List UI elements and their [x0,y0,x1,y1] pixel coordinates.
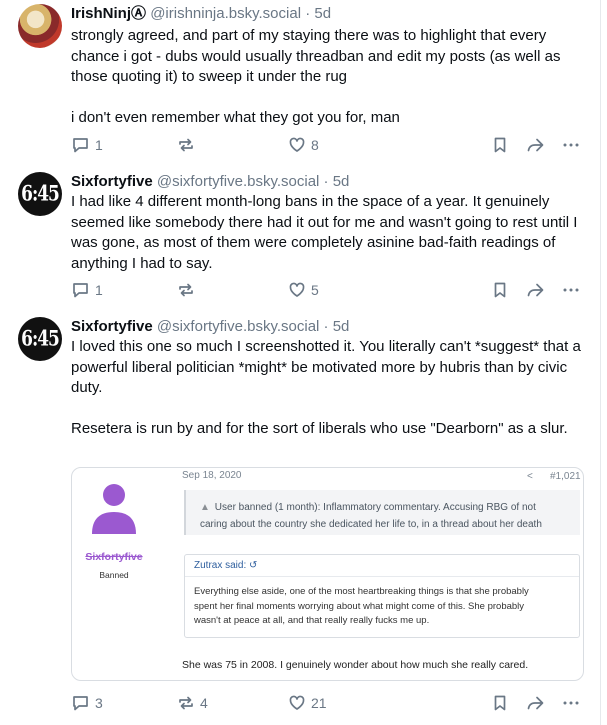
post-actions: 1 8 [71,135,581,155]
post-header: IrishNinjⒶ @irishninja.bsky.social · 5d [71,4,331,24]
quote-block: Zutrax said: ↺ Everything else aside, on… [184,554,580,638]
repost-icon [179,283,193,297]
share-button[interactable] [526,135,545,155]
reply-button[interactable]: 3 [71,693,103,713]
more-button[interactable] [562,280,580,300]
post-header: Sixfortyfive @sixfortyfive.bsky.social ·… [71,172,349,192]
repost-icon [179,696,193,710]
more-button[interactable] [562,135,580,155]
reply-icon [73,283,88,298]
post-text: strongly agreed, and part of my staying … [71,26,581,129]
author-handle[interactable]: @sixfortyfive.bsky.social [157,173,320,190]
post-header: Sixfortyfive @sixfortyfive.bsky.social ·… [71,317,349,337]
post-age[interactable]: 5d [333,173,350,190]
share-button[interactable] [526,693,545,713]
bookmark-icon [494,137,506,153]
share-icon [527,696,544,710]
repost-button[interactable] [177,280,200,300]
avatar[interactable] [18,4,62,48]
repost-button[interactable] [177,135,200,155]
quote-author: Zutrax said: [194,560,247,571]
forum-share-icon: < [527,471,533,482]
repost-button[interactable]: 4 [177,693,208,713]
more-icon [563,701,579,705]
post-actions: 3 4 21 [71,693,581,713]
separator-dot: · [305,5,311,22]
like-button[interactable]: 5 [288,280,319,300]
post-paragraph: I loved this one so much I screenshotted… [71,338,581,396]
more-icon [563,288,579,292]
bookmark-button[interactable] [492,135,508,155]
quote-line: Everything else aside, one of the most h… [194,586,529,597]
warning-icon: ▲ [200,502,210,513]
reply-icon [73,138,88,153]
quote-body: Everything else aside, one of the most h… [194,585,574,629]
forum-post-date: Sep 18, 2020 [182,470,242,481]
post-paragraph: strongly agreed, and part of my staying … [71,27,561,85]
bookmark-button[interactable] [492,280,508,300]
like-icon [289,695,305,710]
reply-count: 1 [95,137,103,153]
more-button[interactable] [562,693,580,713]
like-icon [289,282,305,297]
repost-icon [179,138,193,152]
bookmark-button[interactable] [492,693,508,713]
post-paragraph: I had like 4 different month-long bans i… [71,193,578,272]
post-paragraph: Resetera is run by and for the sort of l… [71,420,568,437]
like-button[interactable]: 21 [288,693,327,713]
post-age[interactable]: 5d [314,5,331,22]
like-button[interactable]: 8 [288,135,319,155]
like-count: 21 [311,695,327,711]
reply-icon [73,696,88,711]
bookmark-icon [494,282,506,298]
like-icon [289,137,305,152]
post-1[interactable]: IrishNinjⒶ @irishninja.bsky.social · 5d … [0,0,607,160]
share-icon [527,283,544,297]
post-age[interactable]: 5d [333,318,350,335]
post-actions: 1 5 [71,280,581,300]
separator-dot: · [323,318,329,335]
author-name[interactable]: IrishNinjⒶ [71,5,146,22]
avatar-text: 6:45 [21,181,60,207]
user-avatar-icon [92,484,136,534]
post-text: I loved this one so much I screenshotted… [71,337,581,440]
ban-reason-line: User banned (1 month): Inflammatory comm… [214,502,536,513]
like-count: 8 [311,137,319,153]
avatar[interactable]: 6:45 [18,317,62,361]
separator-dot: · [323,173,329,190]
forum-reply-text: She was 75 in 2008. I genuinely wonder a… [182,659,529,671]
quote-return-icon: ↺ [249,560,258,571]
author-name[interactable]: Sixfortyfive [71,173,153,190]
quote-line: spent her final moments worrying about w… [194,600,525,612]
share-button[interactable] [526,280,545,300]
avatar-text: 6:45 [21,326,60,352]
reply-button[interactable]: 1 [71,280,103,300]
post-paragraph: i don't even remember what they got you … [71,109,400,126]
reply-button[interactable]: 1 [71,135,103,155]
author-handle[interactable]: @irishninja.bsky.social [150,5,301,22]
reply-count: 3 [95,695,103,711]
share-icon [527,138,544,152]
ban-notice: ▲ User banned (1 month): Inflammatory co… [184,490,580,535]
avatar[interactable]: 6:45 [18,172,62,216]
quote-line: wasn't at peace at all, and that really … [194,615,430,626]
forum-post-number: #1,021 [550,471,581,482]
embedded-image[interactable]: Sixfortyfive Banned Sep 18, 2020 < #1,02… [71,467,584,681]
post-2[interactable]: 6:45 Sixfortyfive @sixfortyfive.bsky.soc… [0,170,607,310]
bookmark-icon [494,695,506,711]
author-handle[interactable]: @sixfortyfive.bsky.social [157,318,320,335]
like-count: 5 [311,282,319,298]
forum-user-status: Banned [99,570,129,580]
reply-count: 1 [95,282,103,298]
post-text: I had like 4 different month-long bans i… [71,192,581,274]
quote-header: Zutrax said: ↺ [185,555,579,577]
ban-reason-line: caring about the country she dedicated h… [200,519,542,530]
forum-username: Sixfortyfive [85,551,143,563]
author-name[interactable]: Sixfortyfive [71,318,153,335]
repost-count: 4 [200,695,208,711]
more-icon [563,143,579,147]
